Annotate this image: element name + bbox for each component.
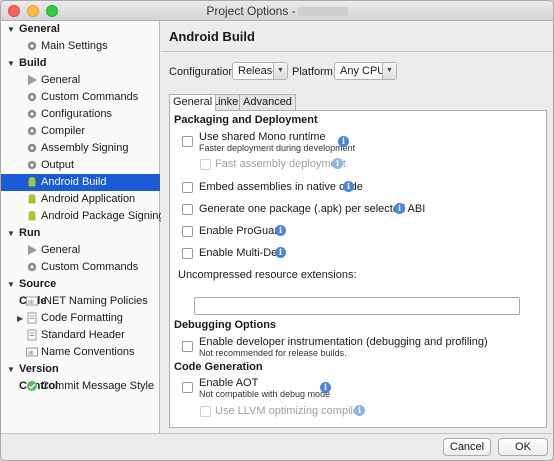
instrumentation-label: Enable developer instrumentation (debugg…	[199, 336, 488, 348]
sidebar-item-android-package-signing[interactable]: Android Package Signing	[1, 208, 165, 225]
sidebar-item-configurations[interactable]: Configurations	[1, 106, 160, 123]
sidebar-item-build-general[interactable]: General	[1, 72, 160, 89]
sidebar-item-run-custom-commands[interactable]: Custom Commands	[1, 259, 160, 276]
sidebar-item-build-custom-commands[interactable]: Custom Commands	[1, 89, 160, 106]
redacted-project-name	[297, 7, 348, 17]
sidebar-item-android-build[interactable]: Android Build	[1, 174, 160, 191]
collapsed-triangle-icon[interactable]: ▶	[17, 310, 23, 327]
info-icon[interactable]: i	[275, 247, 286, 258]
page-title: Android Build	[169, 29, 255, 44]
platform-value: Any CPU	[340, 65, 386, 77]
sidebar-item-assembly-signing[interactable]: Assembly Signing	[1, 140, 160, 157]
platform-select[interactable]: Any CPU ▼	[334, 62, 397, 80]
info-icon[interactable]: i	[275, 225, 286, 236]
gear-icon	[27, 126, 37, 136]
info-icon[interactable]: i	[338, 136, 349, 147]
llvm-label: Use LLVM optimizing compiler	[215, 405, 363, 417]
debugging-heading: Debugging Options	[174, 319, 277, 331]
multidex-label: Enable Multi-Dex	[199, 247, 283, 259]
proguard-label: Enable ProGuard	[199, 225, 284, 237]
sidebar-item-net-naming-policies[interactable]: ab .NET Naming Policies	[1, 293, 160, 310]
info-icon[interactable]: i	[354, 405, 365, 416]
gear-icon	[27, 41, 37, 51]
chevron-down-icon: ▼	[382, 63, 396, 79]
tab-general[interactable]: General	[169, 94, 217, 111]
per-abi-label: Generate one package (.apk) per selected…	[199, 203, 426, 215]
aot-label: Enable AOT	[199, 377, 259, 389]
shared-runtime-checkbox[interactable]	[182, 136, 193, 147]
sidebar-item-output[interactable]: Output	[1, 157, 160, 174]
sidebar-item-code-formatting[interactable]: ▶ Code Formatting	[1, 310, 160, 327]
expanded-triangle-icon: ▼	[7, 280, 15, 289]
info-icon[interactable]: i	[394, 203, 405, 214]
embed-assemblies-label: Embed assemblies in native code	[199, 181, 363, 193]
packaging-heading: Packaging and Deployment	[174, 114, 318, 126]
info-icon[interactable]: i	[343, 181, 354, 192]
codegen-heading: Code Generation	[174, 361, 263, 373]
chevron-down-icon: ▼	[273, 63, 287, 79]
per-abi-checkbox[interactable]	[182, 204, 193, 215]
platform-label: Platform:	[292, 66, 337, 78]
header-divider	[161, 51, 553, 52]
aot-description: Not compatible with debug mode	[199, 389, 331, 399]
options-main-panel: Android Build Configuration: Release ▼ P…	[161, 21, 553, 433]
window-title: Project Options -	[1, 4, 553, 18]
info-icon[interactable]: i	[332, 158, 343, 169]
check-circle-icon	[27, 381, 37, 391]
title-bar: Project Options -	[1, 1, 553, 21]
multidex-checkbox[interactable]	[182, 248, 193, 259]
play-icon	[28, 75, 37, 85]
uncompressed-extensions-input[interactable]	[194, 297, 520, 315]
gear-icon	[27, 143, 37, 153]
embed-assemblies-checkbox[interactable]	[182, 182, 193, 193]
expanded-triangle-icon: ▼	[7, 229, 15, 238]
document-icon	[27, 312, 37, 324]
sidebar-item-android-application[interactable]: Android Application	[1, 191, 160, 208]
cancel-button[interactable]: Cancel	[443, 438, 491, 456]
sidebar-item-name-conventions[interactable]: ab Name Conventions	[1, 344, 160, 361]
svg-text:ab: ab	[28, 351, 34, 357]
info-icon[interactable]: i	[320, 382, 331, 393]
general-tab-panel: Packaging and Deployment Use shared Mono…	[169, 110, 547, 428]
sidebar-item-run-general[interactable]: General	[1, 242, 160, 259]
document-icon	[27, 329, 37, 341]
instrumentation-description: Not recommended for release builds.	[199, 348, 347, 358]
configuration-select[interactable]: Release ▼	[232, 62, 288, 80]
instrumentation-checkbox[interactable]	[182, 341, 193, 352]
ok-button[interactable]: OK	[498, 438, 548, 456]
ab-icon: ab	[26, 347, 38, 357]
android-icon	[28, 177, 36, 187]
svg-text:ab: ab	[28, 300, 34, 306]
play-icon	[28, 245, 37, 255]
options-sidebar: ▼ General Main Settings ▼ Build General …	[1, 21, 165, 433]
expanded-triangle-icon: ▼	[7, 25, 15, 34]
aot-checkbox[interactable]	[182, 382, 193, 393]
llvm-checkbox[interactable]	[200, 406, 211, 417]
gear-icon	[27, 160, 37, 170]
gear-icon	[27, 109, 37, 119]
gear-icon	[27, 92, 37, 102]
fast-deploy-checkbox[interactable]	[200, 159, 211, 170]
fast-deploy-label: Fast assembly deployment	[215, 158, 346, 170]
footer-divider	[1, 433, 553, 434]
sidebar-item-standard-header[interactable]: Standard Header	[1, 327, 160, 344]
shared-runtime-label: Use shared Mono runtime	[199, 131, 326, 143]
sidebar-item-commit-message-style[interactable]: Commit Message Style	[1, 378, 160, 395]
project-options-window: Project Options - ▼ General Main Setting…	[0, 0, 554, 461]
sidebar-item-compiler[interactable]: Compiler	[1, 123, 160, 140]
gear-icon	[27, 262, 37, 272]
expanded-triangle-icon: ▼	[7, 59, 15, 68]
ab-icon: ab	[26, 296, 38, 306]
proguard-checkbox[interactable]	[182, 226, 193, 237]
uncompressed-extensions-label: Uncompressed resource extensions:	[178, 269, 357, 281]
shared-runtime-description: Faster deployment during development	[199, 143, 356, 153]
expanded-triangle-icon: ▼	[7, 365, 15, 374]
configuration-label: Configuration:	[169, 66, 238, 78]
tab-advanced[interactable]: Advanced	[239, 94, 296, 110]
sidebar-item-main-settings[interactable]: Main Settings	[1, 38, 160, 55]
android-icon	[28, 194, 36, 204]
android-icon	[28, 211, 36, 221]
